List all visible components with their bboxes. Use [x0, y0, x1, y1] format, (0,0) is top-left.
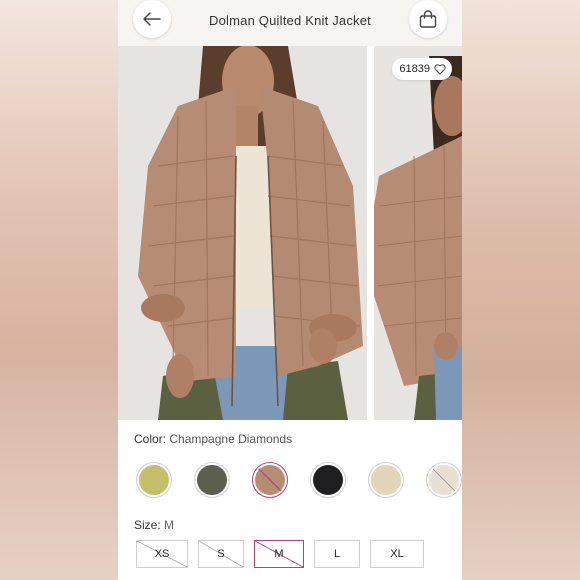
- size-option-label: XL: [390, 548, 404, 560]
- size-label-row: Size: M: [134, 518, 174, 532]
- blurred-backdrop-right: [462, 0, 580, 580]
- size-label: Size:: [134, 518, 161, 532]
- size-option-m-selected[interactable]: M: [254, 540, 304, 568]
- color-label: Color:: [134, 432, 167, 446]
- color-swatch-list: [134, 462, 462, 502]
- header-bar: Dolman Quilted Knit Jacket: [118, 0, 462, 46]
- heart-outline-icon: [434, 63, 446, 75]
- swatch-cream[interactable]: [368, 462, 404, 498]
- selected-color-name: Champagne Diamonds: [169, 432, 293, 446]
- swatch-fill: [313, 465, 343, 495]
- size-option-label: L: [333, 548, 341, 560]
- product-photo-next-image: [374, 46, 462, 420]
- shopping-bag-icon: [419, 10, 437, 28]
- page-title: Dolman Quilted Knit Jacket: [209, 12, 371, 28]
- size-option-label: S: [217, 548, 225, 560]
- swatch-dark-olive[interactable]: [194, 462, 230, 498]
- selected-size: M: [164, 518, 175, 532]
- like-count: 61839: [399, 63, 430, 75]
- swatch-fill: [139, 465, 169, 495]
- like-button[interactable]: 61839: [392, 58, 452, 80]
- size-option-s[interactable]: S: [198, 540, 244, 568]
- swatch-champagne-selected[interactable]: [252, 462, 288, 498]
- swatch-fill: [197, 465, 227, 495]
- product-photo-image: [118, 46, 367, 420]
- product-gallery[interactable]: 61839: [118, 46, 462, 420]
- size-option-xs[interactable]: XS: [136, 540, 188, 568]
- size-option-label: M: [274, 548, 284, 560]
- size-option-xl[interactable]: XL: [370, 540, 424, 568]
- unavailable-slash: [432, 468, 456, 492]
- blurred-backdrop-left: [0, 0, 118, 580]
- product-photo-next[interactable]: 61839: [374, 46, 462, 420]
- swatch-light-cream[interactable]: [426, 462, 462, 498]
- swatch-fill: [371, 465, 401, 495]
- unavailable-slash: [258, 468, 282, 492]
- size-option-l[interactable]: L: [314, 540, 360, 568]
- bag-button[interactable]: [409, 0, 447, 38]
- product-screen: Dolman Quilted Knit Jacket 61839 Color: …: [118, 0, 462, 580]
- swatch-olive-green[interactable]: [136, 462, 172, 498]
- color-label-row: Color: Champagne Diamonds: [134, 432, 292, 446]
- product-photo-main[interactable]: [118, 46, 367, 420]
- arrow-left-icon: [143, 12, 161, 26]
- back-button[interactable]: [133, 0, 171, 38]
- size-option-label: XS: [154, 548, 170, 560]
- swatch-black[interactable]: [310, 462, 346, 498]
